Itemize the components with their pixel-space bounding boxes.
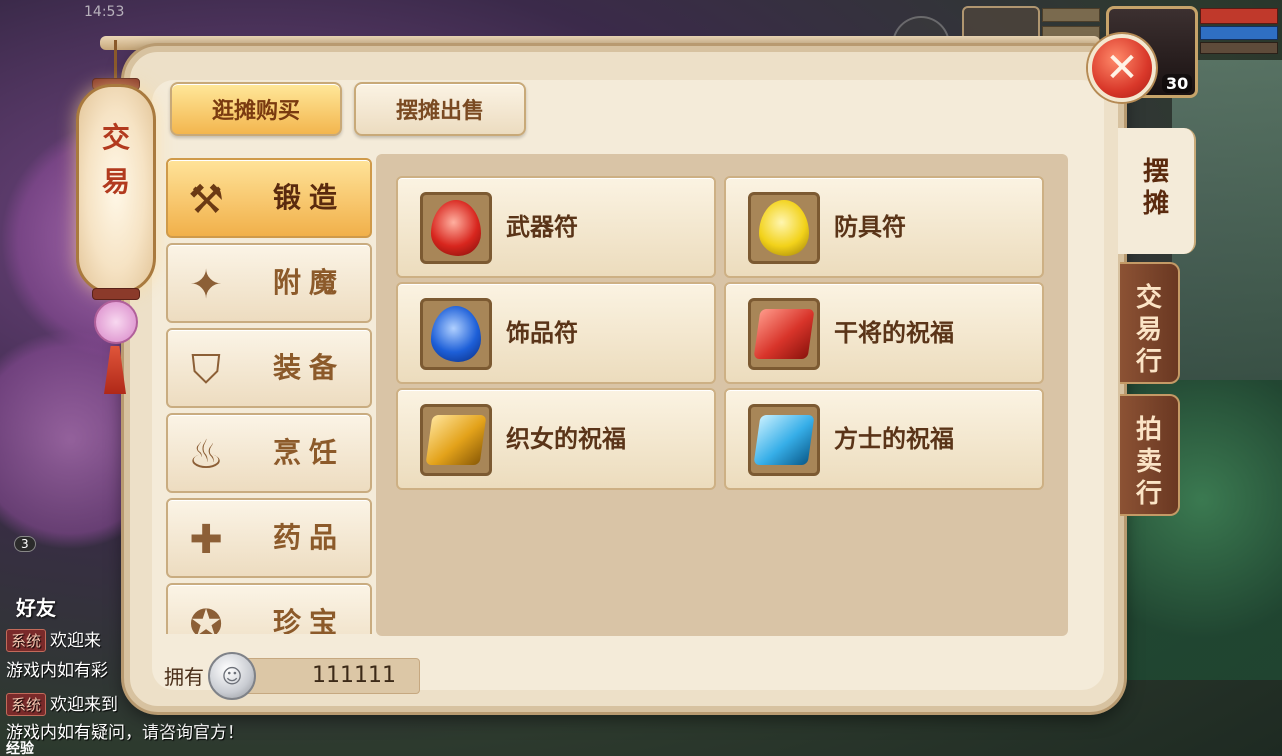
item-card-ganjiang-blessing[interactable]: 干将的祝福 xyxy=(724,282,1044,384)
blue-talisman-icon xyxy=(420,298,492,370)
item-label: 饰品符 xyxy=(506,319,578,347)
treasure-icon: ✪ xyxy=(189,602,223,634)
silver-coin-icon: ☺ xyxy=(208,652,256,700)
category-label: 装备 xyxy=(272,351,345,384)
close-icon: ✕ xyxy=(1105,45,1139,91)
category-medicine[interactable]: ✚ 药品 xyxy=(166,498,372,578)
chat-channel-tag: 系统 xyxy=(6,629,47,652)
chat-text: 游戏内如有疑问，请咨询官方！ xyxy=(6,723,244,743)
cooking-pot-icon: ♨ xyxy=(188,432,224,478)
category-treasure[interactable]: ✪ 珍宝 xyxy=(166,583,372,634)
category-cooking[interactable]: ♨ 烹饪 xyxy=(166,413,372,493)
item-card-accessory-talisman[interactable]: 饰品符 xyxy=(396,282,716,384)
item-card-fangshi-blessing[interactable]: 方士的祝福 xyxy=(724,388,1044,490)
category-label: 药品 xyxy=(272,521,345,554)
exp-label: 经验 xyxy=(6,741,34,756)
mp-bar xyxy=(1200,26,1278,40)
medicine-icon: ✚ xyxy=(189,517,223,563)
tab-stall-sell[interactable]: 摆摊出售 xyxy=(354,82,526,136)
item-label: 防具符 xyxy=(834,213,906,241)
exp-bar xyxy=(1200,42,1278,54)
side-tab-stall[interactable]: 摆摊 xyxy=(1118,128,1196,254)
charm-icon xyxy=(94,300,138,344)
item-grid-panel: 武器符 防具符 饰品符 干将的祝福 织女的祝福 方士的祝福 xyxy=(376,154,1068,636)
trade-lantern: 交 易 xyxy=(72,40,160,400)
friends-count-badge: 3 xyxy=(14,536,36,552)
item-label: 织女的祝福 xyxy=(506,425,626,453)
lantern-title: 交 易 xyxy=(101,121,130,198)
close-button[interactable]: ✕ xyxy=(1088,34,1156,102)
category-enchant[interactable]: ✦ 附魔 xyxy=(166,243,372,323)
currency-value: 111111 xyxy=(312,663,396,688)
chat-channel-tag: 系统 xyxy=(6,693,47,716)
tab-browse-buy[interactable]: 逛摊购买 xyxy=(170,82,342,136)
cyan-scroll-icon xyxy=(748,404,820,476)
item-label: 方士的祝福 xyxy=(834,425,954,453)
tassel-icon xyxy=(104,346,126,394)
category-label: 烹饪 xyxy=(272,436,345,469)
category-label: 锻造 xyxy=(272,181,345,214)
armor-icon: ⛉ xyxy=(191,347,221,393)
hp-bar xyxy=(1200,8,1278,24)
status-time: 14:53 xyxy=(84,4,125,20)
side-tab-auction-house[interactable]: 拍卖行 xyxy=(1120,394,1180,516)
friends-button[interactable]: 好友 xyxy=(16,592,56,621)
red-scroll-icon xyxy=(748,298,820,370)
yellow-talisman-icon xyxy=(748,192,820,264)
category-label: 珍宝 xyxy=(272,606,345,634)
item-card-weapon-talisman[interactable]: 武器符 xyxy=(396,176,716,278)
chat-text: 游戏内如有彩 xyxy=(6,661,108,681)
magic-wand-icon: ✦ xyxy=(189,262,223,308)
chat-text: 欢迎来到 xyxy=(50,695,119,715)
item-label: 干将的祝福 xyxy=(834,319,954,347)
red-talisman-icon xyxy=(420,192,492,264)
chat-line: 游戏内如有疑问，请咨询官方！ xyxy=(6,718,296,743)
item-card-armor-talisman[interactable]: 防具符 xyxy=(724,176,1044,278)
category-list[interactable]: ⚒ 锻造 ✦ 附魔 ⛉ 装备 ♨ 烹饪 ✚ 药品 ✪ 珍宝 xyxy=(166,156,374,634)
category-equipment[interactable]: ⛉ 装备 xyxy=(166,328,372,408)
currency-label: 拥有 xyxy=(164,665,204,689)
side-tab-trade-house[interactable]: 交易行 xyxy=(1120,262,1180,384)
gold-scroll-icon xyxy=(420,404,492,476)
item-label: 武器符 xyxy=(506,213,578,241)
hammer-icon: ⚒ xyxy=(188,177,224,223)
category-forge[interactable]: ⚒ 锻造 xyxy=(166,158,372,238)
item-card-zhinu-blessing[interactable]: 织女的祝福 xyxy=(396,388,716,490)
chat-text: 欢迎来 xyxy=(50,631,102,651)
player-level: 30 xyxy=(1162,74,1193,93)
category-label: 附魔 xyxy=(272,266,345,299)
